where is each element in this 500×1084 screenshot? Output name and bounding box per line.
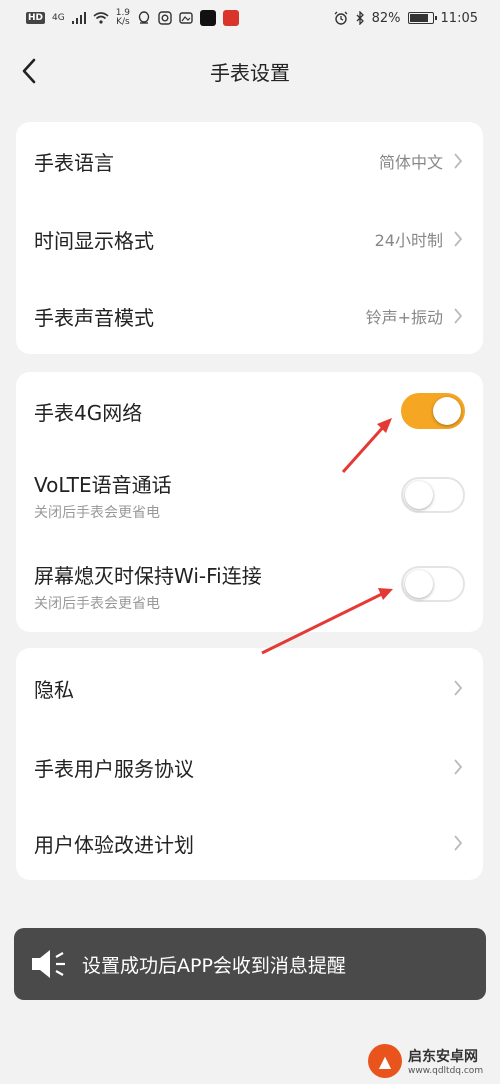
row-value: 简体中文 — [378, 153, 443, 172]
settings-group-legal: 隐私 手表用户服务协议 用户体验改进计划 — [16, 648, 483, 880]
hd-badge: HD — [26, 12, 46, 24]
row-subtitle: 关闭后手表会更省电 — [34, 504, 160, 521]
alarm-icon — [334, 11, 348, 25]
watermark-url: www.qdltdq.com — [408, 1066, 484, 1076]
page-title: 手表设置 — [210, 60, 290, 85]
battery-percent: 82% — [371, 10, 401, 26]
sound-mode-row[interactable]: 手表声音模式 铃声+振动 — [16, 278, 483, 354]
wifi-keep-toggle[interactable] — [401, 566, 465, 602]
chevron-right-icon — [451, 306, 465, 326]
speaker-icon — [32, 950, 65, 978]
back-arrow-icon — [22, 58, 36, 84]
watermark: ▲ 启东安卓网 www.qdltdq.com — [368, 1044, 483, 1078]
qq-icon — [138, 11, 150, 24]
toast-notification: 设置成功后APP会收到消息提醒 — [14, 928, 486, 1000]
row-subtitle: 关闭后手表会更省电 — [34, 595, 160, 612]
privacy-row[interactable]: 隐私 — [16, 648, 483, 728]
time-format-row[interactable]: 时间显示格式 24小时制 — [16, 200, 483, 278]
watermark-logo-icon: ▲ — [368, 1044, 402, 1078]
wifi-icon — [93, 12, 109, 24]
watch-4g-row: 手表4G网络 — [16, 372, 483, 450]
tiktok-icon — [200, 10, 217, 26]
status-bar-right: 82% 11:05 — [334, 11, 478, 26]
row-label: 手表声音模式 — [34, 305, 154, 330]
settings-group-general: 手表语言 简体中文 时间显示格式 24小时制 手表声音模式 铃声+振动 — [16, 122, 483, 354]
row-label: 手表语言 — [34, 150, 114, 175]
gallery-icon — [179, 12, 193, 24]
chevron-right-icon — [451, 229, 465, 249]
watermark-text: 启东安卓网 www.qdltdq.com — [408, 1046, 483, 1076]
battery-icon — [407, 12, 437, 24]
watch-4g-toggle[interactable] — [401, 393, 465, 429]
signal-icon — [71, 12, 86, 24]
settings-group-network: 手表4G网络 VoLTE语音通话 关闭后手表会更省电 屏幕熄灭时保持Wi-Fi连… — [16, 372, 483, 632]
status-bar: HD 4G 1.9 K/s 82% 11:05 — [0, 0, 500, 36]
data-rate-unit: K/s — [116, 17, 130, 27]
status-bar-left: HD 4G 1.9 K/s — [26, 9, 240, 27]
toggle-knob — [405, 481, 433, 509]
network-type: 4G — [52, 13, 65, 23]
row-value: 24小时制 — [374, 231, 443, 250]
chevron-right-icon — [451, 757, 465, 777]
clock: 11:05 — [440, 10, 478, 26]
row-label: 手表用户服务协议 — [34, 756, 194, 781]
camera-app-icon — [158, 11, 172, 25]
back-button[interactable] — [14, 56, 44, 86]
chevron-right-icon — [451, 833, 465, 853]
wifi-keep-row: 屏幕熄灭时保持Wi-Fi连接 关闭后手表会更省电 — [16, 540, 483, 632]
watermark-name: 启东安卓网 — [408, 1049, 478, 1065]
chevron-right-icon — [451, 151, 465, 171]
game-app-icon — [223, 10, 240, 26]
volte-toggle[interactable] — [401, 477, 465, 513]
row-label: 隐私 — [34, 677, 74, 702]
bluetooth-icon — [356, 11, 364, 25]
chevron-right-icon — [451, 678, 465, 698]
ux-improvement-row[interactable]: 用户体验改进计划 — [16, 806, 483, 880]
toggle-knob — [405, 570, 433, 598]
header: 手表设置 — [0, 36, 500, 106]
row-value: 铃声+振动 — [365, 308, 443, 327]
data-rate: 1.9 K/s — [116, 9, 130, 27]
watch-language-row[interactable]: 手表语言 简体中文 — [16, 122, 483, 200]
toast-text: 设置成功后APP会收到消息提醒 — [82, 954, 346, 977]
toggle-knob — [433, 397, 461, 425]
row-label: 时间显示格式 — [34, 228, 154, 253]
volte-row: VoLTE语音通话 关闭后手表会更省电 — [16, 450, 483, 540]
service-agreement-row[interactable]: 手表用户服务协议 — [16, 728, 483, 806]
row-label: 用户体验改进计划 — [34, 832, 194, 857]
